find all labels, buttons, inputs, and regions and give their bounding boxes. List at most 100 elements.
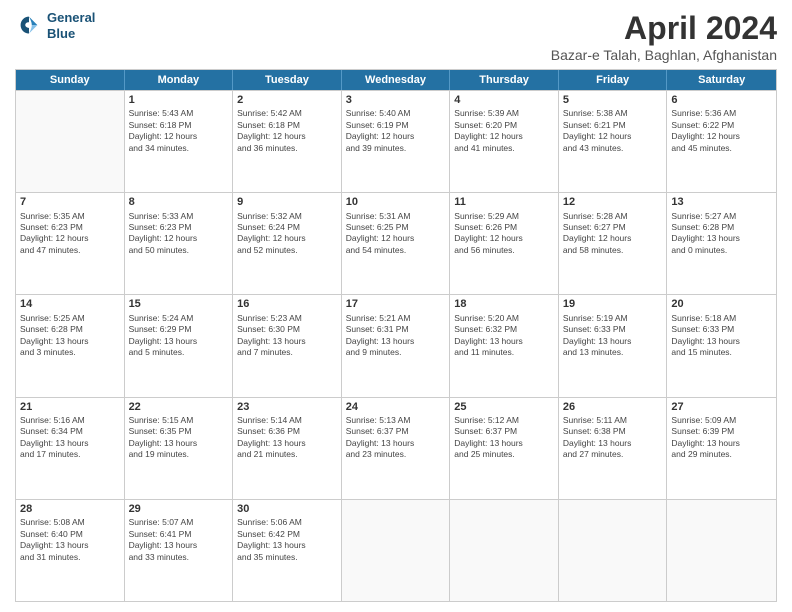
cal-cell: 10Sunrise: 5:31 AMSunset: 6:25 PMDayligh…	[342, 193, 451, 294]
day-info: Sunrise: 5:19 AMSunset: 6:33 PMDaylight:…	[563, 313, 663, 359]
day-number: 18	[454, 297, 554, 311]
day-number: 29	[129, 502, 229, 516]
day-number: 25	[454, 400, 554, 414]
day-info: Sunrise: 5:23 AMSunset: 6:30 PMDaylight:…	[237, 313, 337, 359]
month-title: April 2024	[551, 10, 777, 47]
day-info: Sunrise: 5:12 AMSunset: 6:37 PMDaylight:…	[454, 415, 554, 461]
logo: General Blue	[15, 10, 95, 41]
cal-cell: 27Sunrise: 5:09 AMSunset: 6:39 PMDayligh…	[667, 398, 776, 499]
calendar-header: SundayMondayTuesdayWednesdayThursdayFrid…	[16, 70, 776, 90]
day-info: Sunrise: 5:06 AMSunset: 6:42 PMDaylight:…	[237, 517, 337, 563]
day-number: 12	[563, 195, 663, 209]
cal-cell: 9 Sunrise: 5:32 AMSunset: 6:24 PMDaylight…	[233, 193, 342, 294]
cal-cell: 23Sunrise: 5:14 AMSunset: 6:36 PMDayligh…	[233, 398, 342, 499]
cal-cell: 24Sunrise: 5:13 AMSunset: 6:37 PMDayligh…	[342, 398, 451, 499]
cal-cell	[559, 500, 668, 601]
day-info: Sunrise: 5:27 AMSunset: 6:28 PMDaylight:…	[671, 211, 772, 257]
day-number: 19	[563, 297, 663, 311]
cal-cell: 16 Sunrise: 5:23 AMSunset: 6:30 PMDayligh…	[233, 295, 342, 396]
day-info: Sunrise: 5:15 AMSunset: 6:35 PMDaylight:…	[129, 415, 229, 461]
cal-cell: 3Sunrise: 5:40 AMSunset: 6:19 PMDaylight…	[342, 91, 451, 192]
cal-cell: 2Sunrise: 5:42 AMSunset: 6:18 PMDaylight…	[233, 91, 342, 192]
header-day-monday: Monday	[125, 70, 234, 90]
logo-icon	[15, 12, 43, 40]
cal-cell	[667, 500, 776, 601]
cal-cell: 17 Sunrise: 5:21 AMSunset: 6:31 PMDayligh…	[342, 295, 451, 396]
day-number: 2	[237, 93, 337, 107]
header-day-tuesday: Tuesday	[233, 70, 342, 90]
day-number: 27	[671, 400, 772, 414]
day-number: 17	[346, 297, 446, 311]
cal-cell	[450, 500, 559, 601]
day-number: 4	[454, 93, 554, 107]
day-info: Sunrise: 5:42 AMSunset: 6:18 PMDaylight:…	[237, 108, 337, 154]
cal-cell: 26Sunrise: 5:11 AMSunset: 6:38 PMDayligh…	[559, 398, 668, 499]
cal-cell: 19 Sunrise: 5:19 AMSunset: 6:33 PMDayligh…	[559, 295, 668, 396]
day-info: Sunrise: 5:32 AMSunset: 6:24 PMDaylight:…	[237, 211, 337, 257]
cal-cell: 5Sunrise: 5:38 AMSunset: 6:21 PMDaylight…	[559, 91, 668, 192]
cal-cell: 22Sunrise: 5:15 AMSunset: 6:35 PMDayligh…	[125, 398, 234, 499]
day-info: Sunrise: 5:11 AMSunset: 6:38 PMDaylight:…	[563, 415, 663, 461]
day-number: 8	[129, 195, 229, 209]
day-number: 7	[20, 195, 120, 209]
cal-cell	[16, 91, 125, 192]
day-info: Sunrise: 5:21 AMSunset: 6:31 PMDaylight:…	[346, 313, 446, 359]
cal-cell: 7Sunrise: 5:35 AMSunset: 6:23 PMDaylight…	[16, 193, 125, 294]
cal-cell: 25Sunrise: 5:12 AMSunset: 6:37 PMDayligh…	[450, 398, 559, 499]
day-info: Sunrise: 5:38 AMSunset: 6:21 PMDaylight:…	[563, 108, 663, 154]
day-info: Sunrise: 5:39 AMSunset: 6:20 PMDaylight:…	[454, 108, 554, 154]
day-info: Sunrise: 5:29 AMSunset: 6:26 PMDaylight:…	[454, 211, 554, 257]
day-info: Sunrise: 5:09 AMSunset: 6:39 PMDaylight:…	[671, 415, 772, 461]
day-info: Sunrise: 5:20 AMSunset: 6:32 PMDaylight:…	[454, 313, 554, 359]
header: General Blue April 2024 Bazar-e Talah, B…	[15, 10, 777, 63]
day-info: Sunrise: 5:25 AMSunset: 6:28 PMDaylight:…	[20, 313, 120, 359]
cal-cell: 29Sunrise: 5:07 AMSunset: 6:41 PMDayligh…	[125, 500, 234, 601]
cal-cell: 30Sunrise: 5:06 AMSunset: 6:42 PMDayligh…	[233, 500, 342, 601]
week-row-4: 21Sunrise: 5:16 AMSunset: 6:34 PMDayligh…	[16, 397, 776, 499]
title-block: April 2024 Bazar-e Talah, Baghlan, Afgha…	[551, 10, 777, 63]
day-number: 21	[20, 400, 120, 414]
day-number: 13	[671, 195, 772, 209]
week-row-5: 28Sunrise: 5:08 AMSunset: 6:40 PMDayligh…	[16, 499, 776, 601]
day-number: 11	[454, 195, 554, 209]
day-number: 1	[129, 93, 229, 107]
cal-cell: 11 Sunrise: 5:29 AMSunset: 6:26 PMDayligh…	[450, 193, 559, 294]
day-number: 6	[671, 93, 772, 107]
header-day-saturday: Saturday	[667, 70, 776, 90]
day-info: Sunrise: 5:16 AMSunset: 6:34 PMDaylight:…	[20, 415, 120, 461]
header-day-sunday: Sunday	[16, 70, 125, 90]
cal-cell: 12 Sunrise: 5:28 AMSunset: 6:27 PMDayligh…	[559, 193, 668, 294]
day-number: 3	[346, 93, 446, 107]
day-number: 10	[346, 195, 446, 209]
cal-cell: 18 Sunrise: 5:20 AMSunset: 6:32 PMDayligh…	[450, 295, 559, 396]
calendar: SundayMondayTuesdayWednesdayThursdayFrid…	[15, 69, 777, 602]
day-number: 9	[237, 195, 337, 209]
week-row-3: 14 Sunrise: 5:25 AMSunset: 6:28 PMDayligh…	[16, 294, 776, 396]
cal-cell	[342, 500, 451, 601]
cal-cell: 1Sunrise: 5:43 AMSunset: 6:18 PMDaylight…	[125, 91, 234, 192]
header-day-wednesday: Wednesday	[342, 70, 451, 90]
week-row-2: 7Sunrise: 5:35 AMSunset: 6:23 PMDaylight…	[16, 192, 776, 294]
day-number: 28	[20, 502, 120, 516]
day-info: Sunrise: 5:43 AMSunset: 6:18 PMDaylight:…	[129, 108, 229, 154]
day-info: Sunrise: 5:33 AMSunset: 6:23 PMDaylight:…	[129, 211, 229, 257]
day-number: 15	[129, 297, 229, 311]
logo-text: General Blue	[47, 10, 95, 41]
day-info: Sunrise: 5:18 AMSunset: 6:33 PMDaylight:…	[671, 313, 772, 359]
day-info: Sunrise: 5:14 AMSunset: 6:36 PMDaylight:…	[237, 415, 337, 461]
cal-cell: 14 Sunrise: 5:25 AMSunset: 6:28 PMDayligh…	[16, 295, 125, 396]
day-info: Sunrise: 5:08 AMSunset: 6:40 PMDaylight:…	[20, 517, 120, 563]
day-number: 26	[563, 400, 663, 414]
day-number: 16	[237, 297, 337, 311]
day-info: Sunrise: 5:28 AMSunset: 6:27 PMDaylight:…	[563, 211, 663, 257]
day-number: 23	[237, 400, 337, 414]
day-info: Sunrise: 5:24 AMSunset: 6:29 PMDaylight:…	[129, 313, 229, 359]
day-number: 14	[20, 297, 120, 311]
header-day-friday: Friday	[559, 70, 668, 90]
day-info: Sunrise: 5:07 AMSunset: 6:41 PMDaylight:…	[129, 517, 229, 563]
location-subtitle: Bazar-e Talah, Baghlan, Afghanistan	[551, 47, 777, 63]
week-row-1: 1Sunrise: 5:43 AMSunset: 6:18 PMDaylight…	[16, 90, 776, 192]
cal-cell: 8 Sunrise: 5:33 AMSunset: 6:23 PMDaylight…	[125, 193, 234, 294]
day-info: Sunrise: 5:40 AMSunset: 6:19 PMDaylight:…	[346, 108, 446, 154]
cal-cell: 6Sunrise: 5:36 AMSunset: 6:22 PMDaylight…	[667, 91, 776, 192]
